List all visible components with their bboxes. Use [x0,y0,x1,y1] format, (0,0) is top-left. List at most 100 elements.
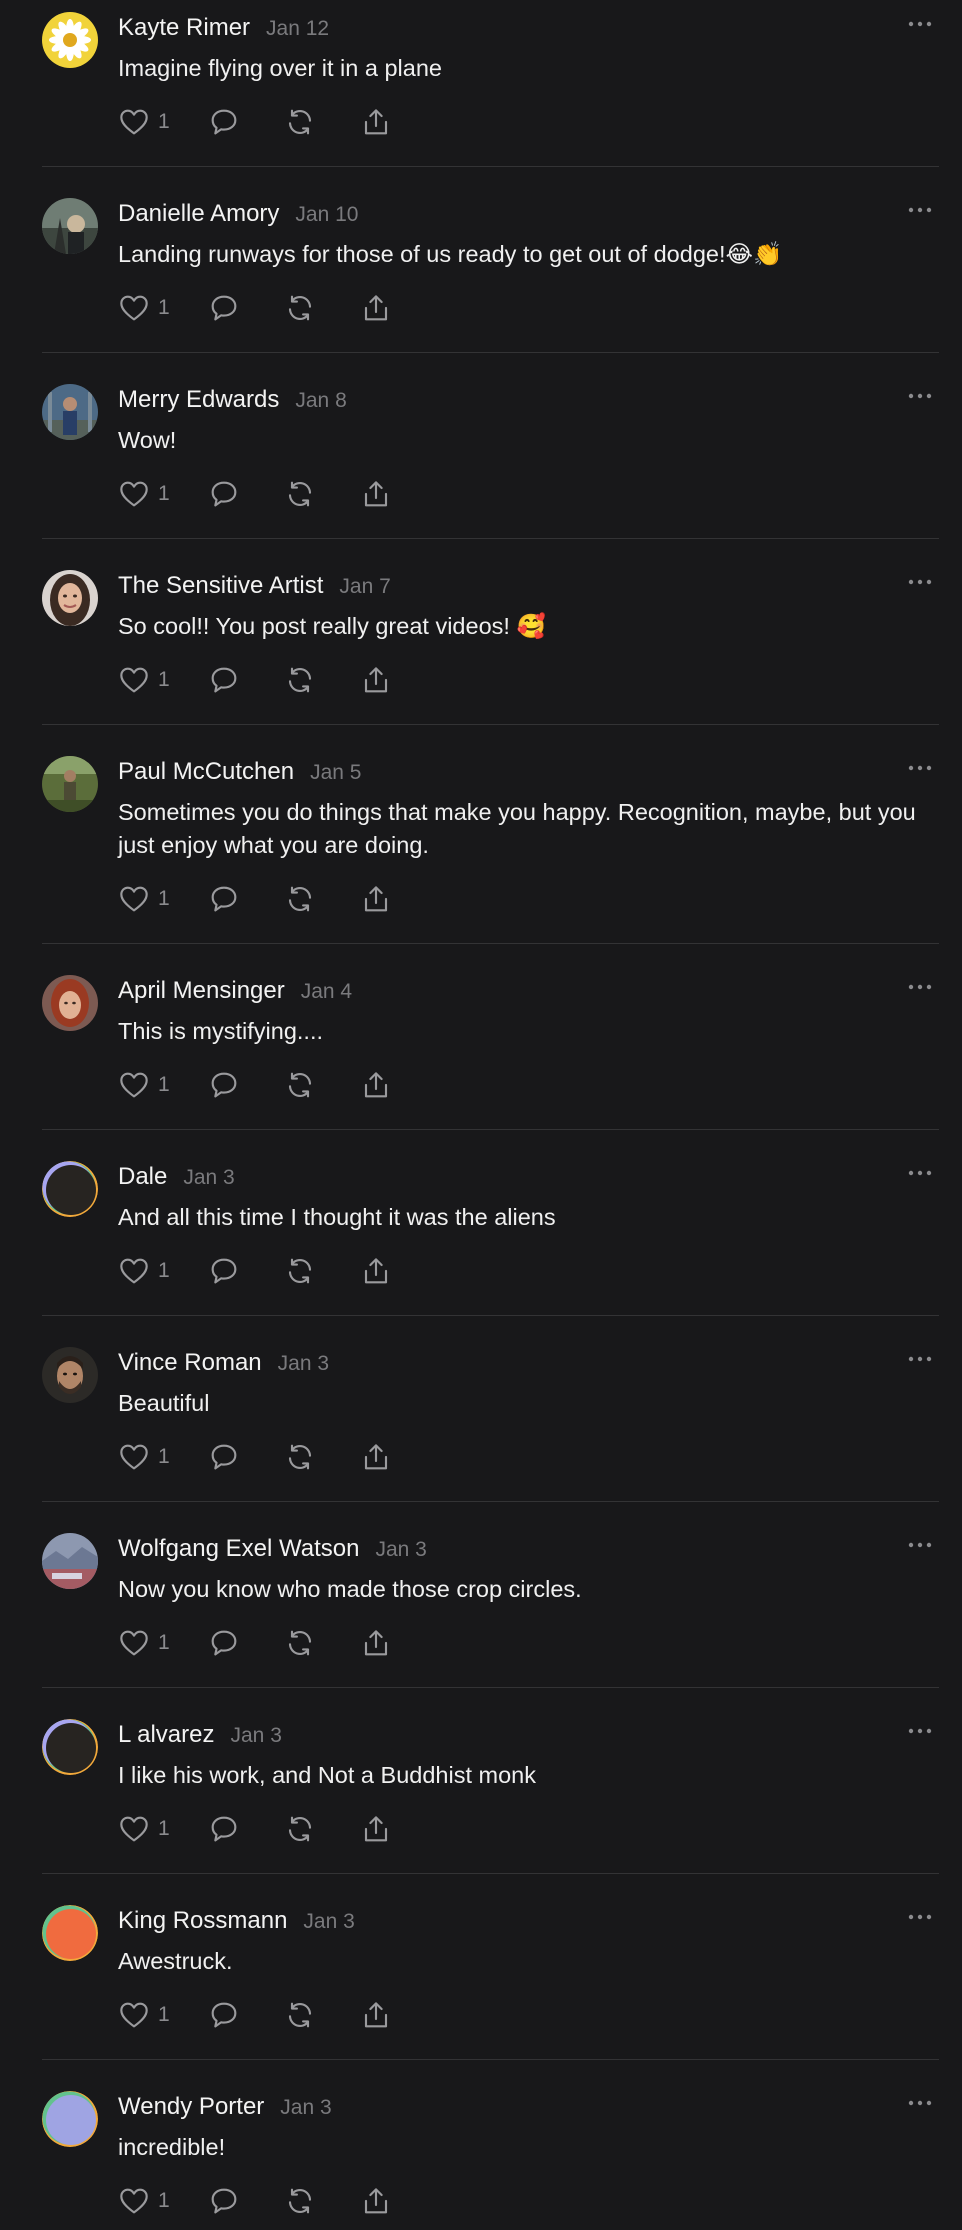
reply-post[interactable]: The Sensitive Artist Jan 7 So cool!! You… [42,558,939,725]
more-options-icon[interactable] [905,14,935,34]
more-options-icon[interactable] [905,1163,935,1183]
more-options-icon[interactable] [905,1721,935,1741]
reply-post[interactable]: Dale Jan 3 And all this time I thought i… [42,1149,939,1316]
reply-post[interactable]: April Mensinger Jan 4 This is mystifying… [42,963,939,1130]
post-date: Jan 3 [230,1724,282,1747]
author-name[interactable]: Vince Roman [118,1349,262,1377]
repost-button[interactable] [284,1069,360,1101]
reply-post[interactable]: Vince Roman Jan 3 Beautiful 1 [42,1335,939,1502]
share-button[interactable] [360,1441,400,1473]
avatar[interactable] [42,1347,98,1403]
reply-button[interactable] [208,2185,284,2217]
avatar[interactable] [42,975,98,1031]
reply-post[interactable]: Danielle Amory Jan 10 Landing runways fo… [42,186,939,353]
share-button[interactable] [360,883,400,915]
author-name[interactable]: King Rossmann [118,1907,287,1935]
reply-button[interactable] [208,664,284,696]
share-button[interactable] [360,292,400,324]
more-options-icon[interactable] [905,1535,935,1555]
like-button[interactable]: 1 [118,1069,208,1101]
reply-button[interactable] [208,106,284,138]
reply-button[interactable] [208,883,284,915]
share-button[interactable] [360,106,400,138]
avatar[interactable] [42,1905,98,1961]
like-button[interactable]: 1 [118,664,208,696]
avatar[interactable] [42,384,98,440]
more-options-icon[interactable] [905,977,935,997]
more-options-icon[interactable] [905,1349,935,1369]
like-button[interactable]: 1 [118,1255,208,1287]
reply-button[interactable] [208,1627,284,1659]
share-button[interactable] [360,2185,400,2217]
avatar[interactable] [42,1533,98,1589]
avatar[interactable] [42,2091,98,2147]
reply-button[interactable] [208,1813,284,1845]
reply-post[interactable]: Merry Edwards Jan 8 Wow! 1 [42,372,939,539]
reply-button[interactable] [208,1999,284,2031]
avatar[interactable] [42,570,98,626]
like-button[interactable]: 1 [118,1999,208,2031]
reply-button[interactable] [208,292,284,324]
like-button[interactable]: 1 [118,2185,208,2217]
reply-button[interactable] [208,1255,284,1287]
reply-post[interactable]: King Rossmann Jan 3 Awestruck. 1 [42,1893,939,2060]
author-name[interactable]: Paul McCutchen [118,758,294,786]
reply-button[interactable] [208,1069,284,1101]
like-button[interactable]: 1 [118,1441,208,1473]
author-name[interactable]: Dale [118,1163,167,1191]
author-name[interactable]: L alvarez [118,1721,215,1749]
more-options-icon[interactable] [905,572,935,592]
heart-icon [118,2185,150,2217]
author-name[interactable]: Merry Edwards [118,386,279,414]
reply-post[interactable]: Kayte Rimer Jan 12 Imagine flying over i… [42,0,939,167]
repost-button[interactable] [284,1813,360,1845]
like-button[interactable]: 1 [118,1813,208,1845]
avatar[interactable] [42,1161,98,1217]
repost-button[interactable] [284,1627,360,1659]
share-button[interactable] [360,1999,400,2031]
author-name[interactable]: Wendy Porter [118,2093,264,2121]
share-button[interactable] [360,664,400,696]
avatar[interactable] [42,12,98,68]
share-button[interactable] [360,1255,400,1287]
more-options-icon[interactable] [905,200,935,220]
share-button[interactable] [360,1069,400,1101]
reply-post[interactable]: Wolfgang Exel Watson Jan 3 Now you know … [42,1521,939,1688]
like-button[interactable]: 1 [118,883,208,915]
author-name[interactable]: Kayte Rimer [118,14,250,42]
repost-button[interactable] [284,106,360,138]
repost-button[interactable] [284,883,360,915]
author-name[interactable]: Danielle Amory [118,200,279,228]
avatar[interactable] [42,756,98,812]
repost-button[interactable] [284,664,360,696]
author-name[interactable]: April Mensinger [118,977,285,1005]
reply-button[interactable] [208,1441,284,1473]
more-options-icon[interactable] [905,386,935,406]
repost-button[interactable] [284,2185,360,2217]
like-button[interactable]: 1 [118,292,208,324]
author-name[interactable]: The Sensitive Artist [118,572,323,600]
share-button[interactable] [360,1813,400,1845]
share-button[interactable] [360,478,400,510]
more-options-icon[interactable] [905,1907,935,1927]
like-button[interactable]: 1 [118,1627,208,1659]
heart-icon [118,1999,150,2031]
like-button[interactable]: 1 [118,106,208,138]
share-button[interactable] [360,1627,400,1659]
reply-button[interactable] [208,478,284,510]
repost-button[interactable] [284,1441,360,1473]
repost-button[interactable] [284,1255,360,1287]
reply-post[interactable]: L alvarez Jan 3 I like his work, and Not… [42,1707,939,1874]
avatar[interactable] [42,1719,98,1775]
author-name[interactable]: Wolfgang Exel Watson [118,1535,359,1563]
avatar[interactable] [42,198,98,254]
repost-button[interactable] [284,292,360,324]
repost-button[interactable] [284,478,360,510]
more-options-icon[interactable] [905,758,935,778]
reply-post[interactable]: Wendy Porter Jan 3 incredible! 1 [42,2079,939,2230]
reply-post[interactable]: Paul McCutchen Jan 5 Sometimes you do th… [42,744,939,944]
more-options-icon[interactable] [905,2093,935,2113]
like-button[interactable]: 1 [118,478,208,510]
repost-button[interactable] [284,1999,360,2031]
share-icon [360,2185,392,2217]
